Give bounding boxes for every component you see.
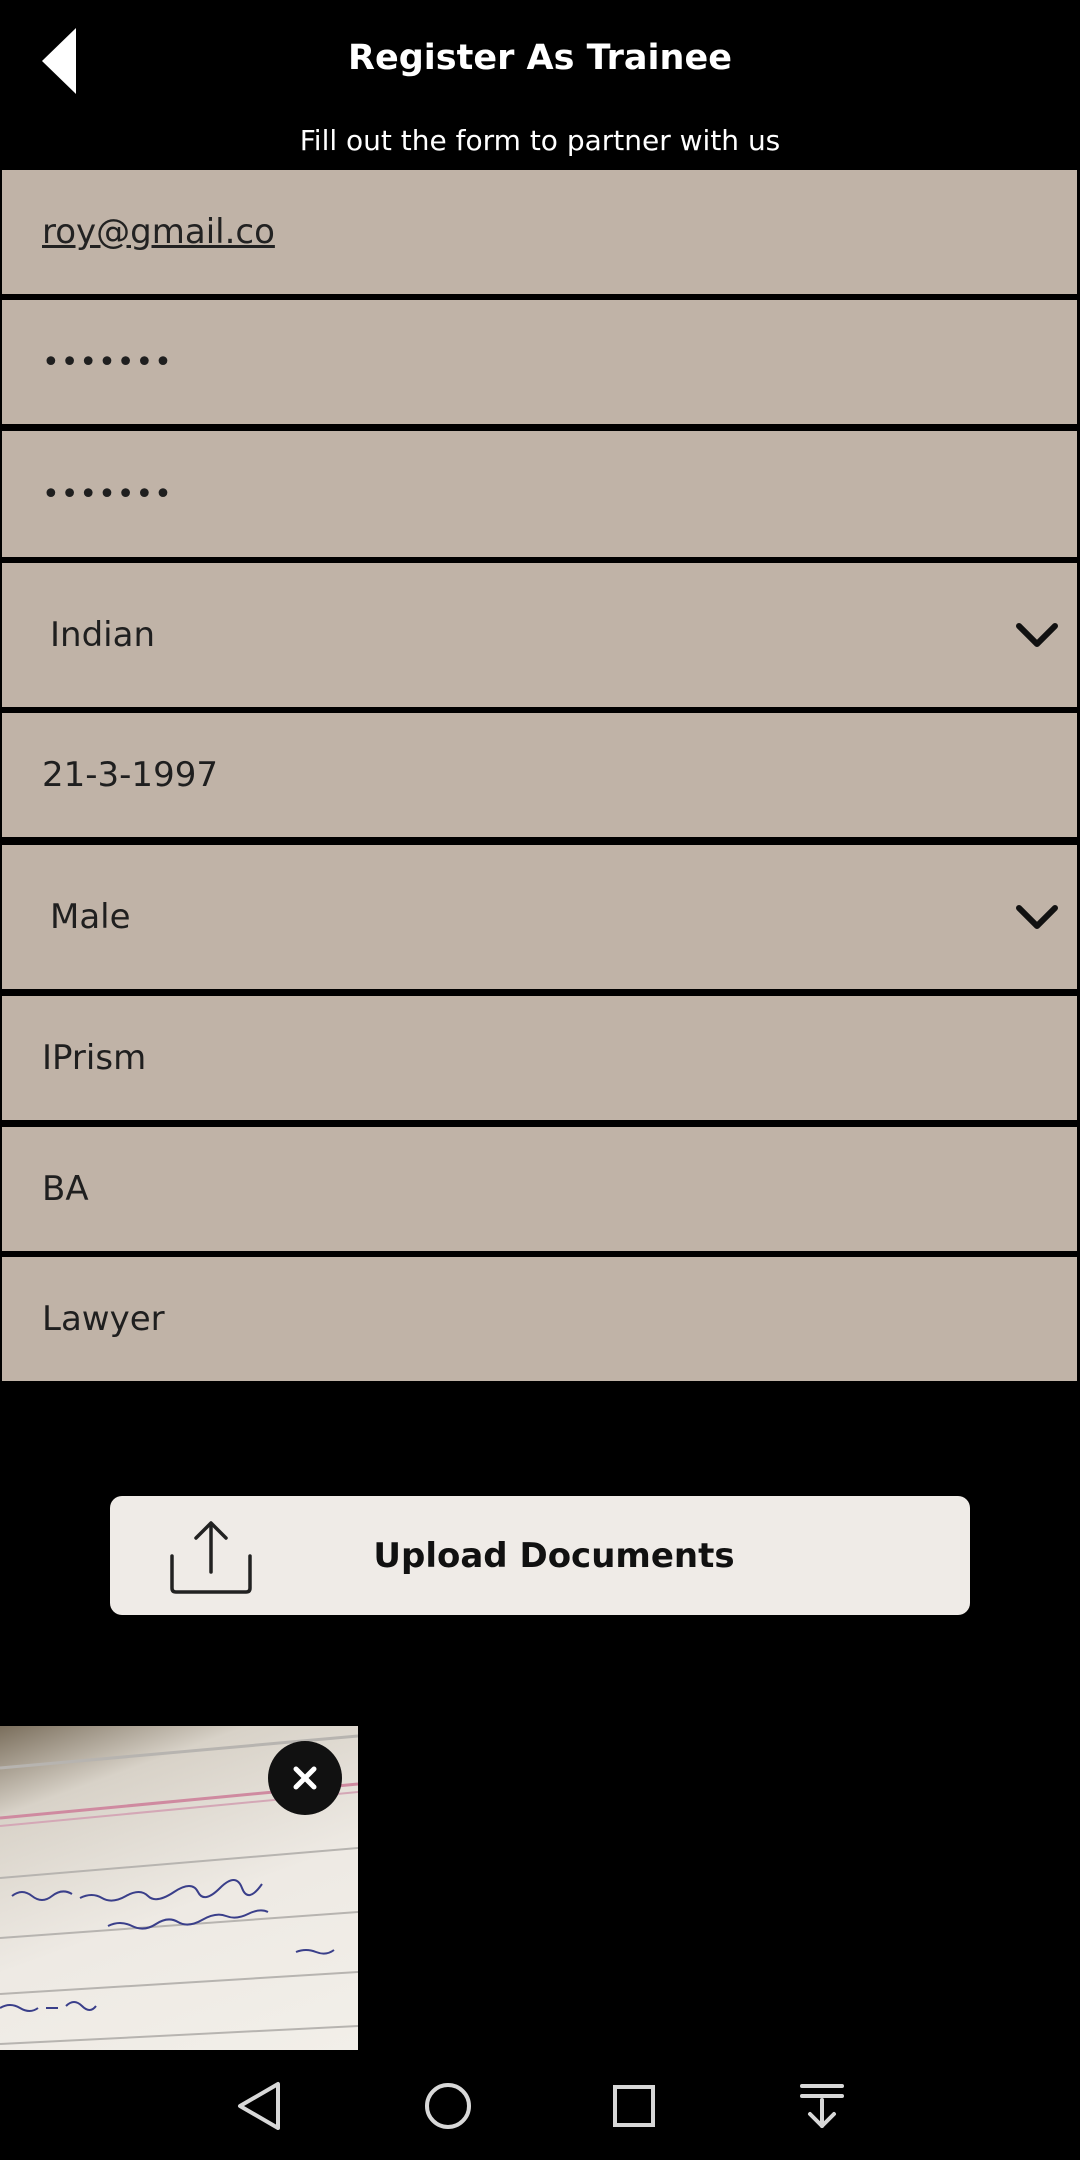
organization-value: IPrism <box>42 1038 147 1078</box>
page-subtitle: Fill out the form to partner with us <box>299 124 781 157</box>
nationality-select[interactable]: Indian <box>2 563 1077 707</box>
system-navigation-bar <box>0 2050 1080 2160</box>
nav-back-icon <box>238 2082 280 2130</box>
qualification-value: BA <box>42 1169 89 1209</box>
password-value: ••••••• <box>42 344 173 380</box>
confirm-password-value: ••••••• <box>42 476 173 512</box>
nav-notification-button[interactable] <box>794 2078 850 2134</box>
chevron-down-icon <box>1016 623 1058 647</box>
nav-home-icon <box>425 2083 471 2129</box>
occupation-value: Lawyer <box>42 1299 165 1339</box>
close-icon <box>293 1766 317 1790</box>
chevron-down-icon <box>1016 905 1058 929</box>
register-screen: Register As Trainee Fill out the form to… <box>0 0 1080 2160</box>
nav-back-button[interactable] <box>232 2078 288 2134</box>
remove-thumbnail-button[interactable] <box>268 1741 342 1815</box>
organization-field[interactable]: IPrism <box>2 996 1077 1120</box>
dob-value: 21-3-1997 <box>42 755 218 795</box>
occupation-field[interactable]: Lawyer <box>2 1257 1077 1381</box>
email-field[interactable]: roy@gmail.co <box>2 170 1077 294</box>
gender-select[interactable]: Male <box>2 845 1077 989</box>
qualification-field[interactable]: BA <box>2 1127 1077 1251</box>
email-value: roy@gmail.co <box>42 212 275 252</box>
gender-value: Male <box>50 897 131 937</box>
upload-documents-label: Upload Documents <box>373 1535 735 1576</box>
confirm-password-field[interactable]: ••••••• <box>2 431 1077 557</box>
dob-field[interactable]: 21-3-1997 <box>2 713 1077 837</box>
nav-recents-button[interactable] <box>606 2078 662 2134</box>
password-field[interactable]: ••••••• <box>2 300 1077 424</box>
nav-notification-pulldown-icon <box>800 2084 844 2128</box>
nav-recents-icon <box>613 2085 655 2127</box>
nationality-value: Indian <box>50 615 155 655</box>
nav-home-button[interactable] <box>420 2078 476 2134</box>
page-title: Register As Trainee <box>348 38 732 78</box>
upload-documents-button[interactable]: Upload Documents <box>110 1496 970 1615</box>
